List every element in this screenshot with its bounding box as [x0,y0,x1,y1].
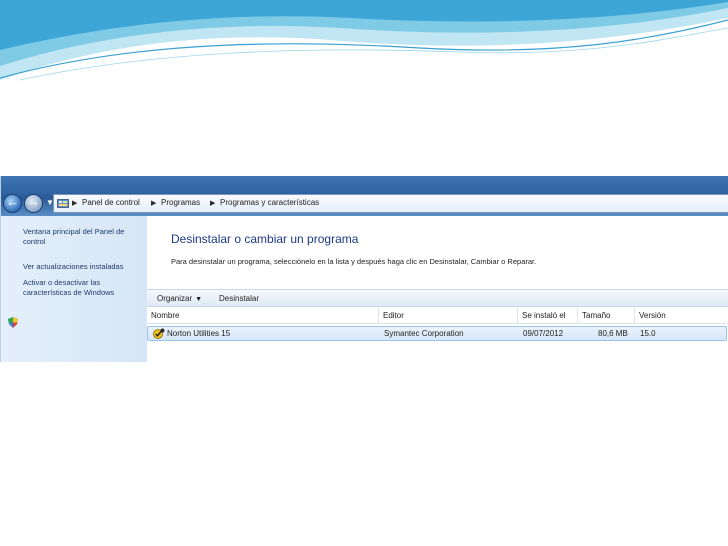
task-windows-features[interactable]: Activar o desactivar las características… [23,278,141,298]
breadcrumb-programs[interactable]: Programas [161,198,200,207]
uninstall-button[interactable]: Desinstalar [219,294,259,303]
back-arrow-icon: ← [6,194,19,209]
cell-program-name: Norton Utilities 15 [167,329,231,338]
page-title: Desinstalar o cambiar un programa [171,232,359,246]
norton-program-icon [153,328,165,339]
cell-installed-on: 09/07/2012 [523,329,564,338]
task-view-installed-updates[interactable]: Ver actualizaciones instaladas [23,262,143,272]
breadcrumb-separator-icon: ▶ [151,200,157,207]
column-size[interactable]: Tamaño [578,307,635,324]
cell-version: 15.0 [640,329,656,338]
address-bar: ← → ▼ ▶ Panel de control ▶ Programas ▶ P… [1,176,728,216]
column-publisher[interactable]: Editor [379,307,518,324]
breadcrumb-separator-icon: ▶ [72,200,78,207]
organize-label: Organizar [157,294,193,303]
programs-and-features-window: ← → ▼ ▶ Panel de control ▶ Programas ▶ P… [0,176,728,362]
breadcrumb-separator-icon: ▶ [210,200,216,207]
command-bar: Organizar ▼ Desinstalar [147,289,728,307]
breadcrumb-programs-features[interactable]: Programas y características [220,198,319,207]
shield-icon [8,317,18,328]
column-installed-on[interactable]: Se instaló el [518,307,578,324]
column-version[interactable]: Versión [635,307,728,324]
organize-button[interactable]: Organizar ▼ [157,294,202,303]
task-pane: Ventana principal del Panel de control V… [1,216,147,362]
chevron-down-icon: ▼ [195,296,203,303]
column-name[interactable]: Nombre [147,307,379,324]
forward-arrow-icon: → [27,194,40,209]
table-row[interactable]: Norton Utilities 15 Symantec Corporation… [147,326,727,341]
task-control-panel-home[interactable]: Ventana principal del Panel de control [23,227,141,247]
header-swoosh-decoration [0,0,728,81]
page-description: Para desinstalar un programa, seleccióne… [171,257,537,266]
forward-button[interactable]: → [24,194,43,213]
control-panel-icon [57,199,69,208]
cell-size: 80,6 MB [598,329,628,338]
cell-publisher: Symantec Corporation [384,329,464,338]
breadcrumb[interactable]: ▶ Panel de control ▶ Programas ▶ Program… [53,194,728,213]
main-content: Desinstalar o cambiar un programa Para d… [147,216,728,362]
back-button[interactable]: ← [3,194,22,213]
breadcrumb-control-panel[interactable]: Panel de control [82,198,140,207]
table-header: Nombre Editor Se instaló el Tamaño Versi… [147,307,728,324]
